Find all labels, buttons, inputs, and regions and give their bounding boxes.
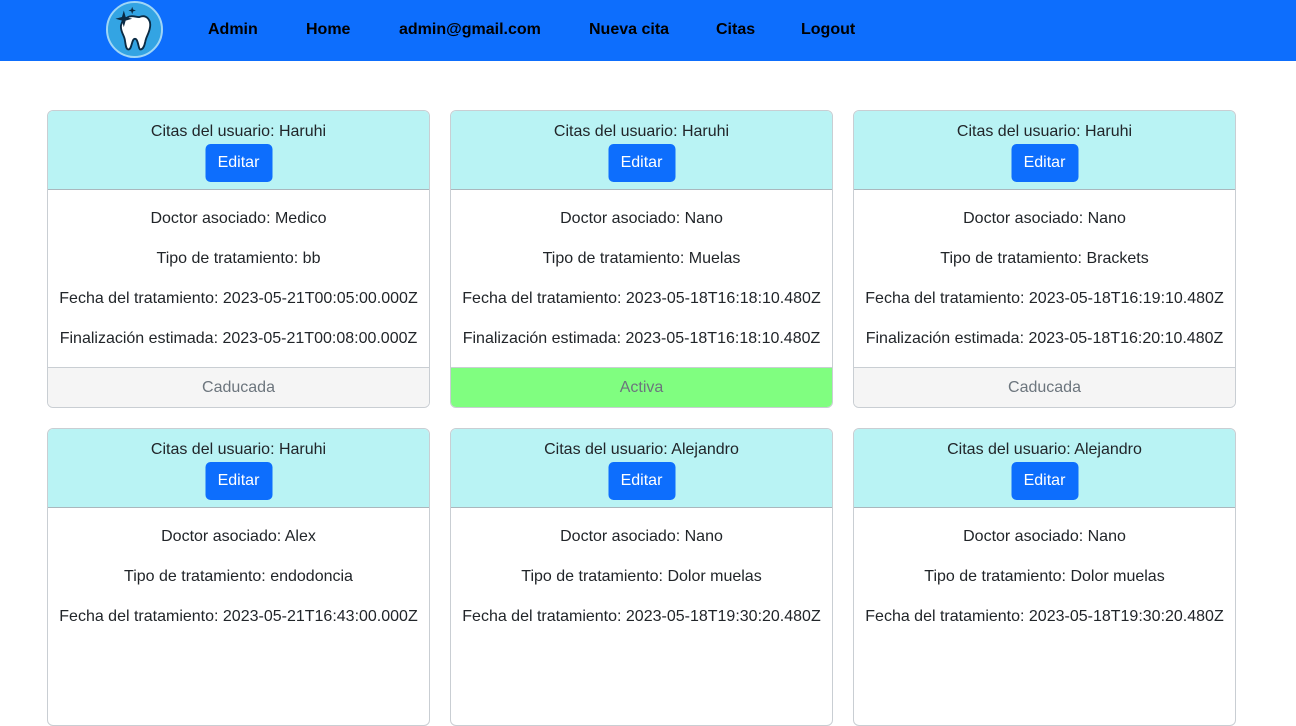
- estimated-end-text: Finalización estimada: 2023-05-21T00:08:…: [59, 330, 418, 347]
- doctor-text: Doctor asociado: Nano: [560, 210, 723, 227]
- card-title: Citas del usuario: Haruhi: [150, 123, 327, 140]
- treatment-date-text: Fecha del tratamiento: 2023-05-18T16:19:…: [865, 290, 1224, 307]
- appointment-card: Citas del usuario: Haruhi Editar Doctor …: [853, 110, 1236, 408]
- status-badge: Caducada: [48, 367, 429, 407]
- appointment-card: Citas del usuario: Haruhi Editar Doctor …: [47, 110, 430, 408]
- doctor-text: Doctor asociado: Medico: [150, 210, 327, 227]
- treatment-date-text: Fecha del tratamiento: 2023-05-18T19:30:…: [865, 608, 1224, 625]
- status-badge: Activa: [451, 367, 832, 407]
- edit-button[interactable]: Editar: [205, 462, 272, 500]
- treatment-date-text: Fecha del tratamiento: 2023-05-18T16:18:…: [462, 290, 821, 307]
- card-header: Citas del usuario: Haruhi Editar: [48, 111, 429, 190]
- doctor-text: Doctor asociado: Nano: [963, 210, 1126, 227]
- nav-email-link[interactable]: admin@gmail.com: [399, 19, 541, 41]
- card-body: Doctor asociado: Nano Tipo de tratamient…: [451, 190, 832, 367]
- treatment-text: Tipo de tratamiento: bb: [156, 250, 321, 267]
- appointment-card: Citas del usuario: Alejandro Editar Doct…: [853, 428, 1236, 726]
- card-header: Citas del usuario: Haruhi Editar: [854, 111, 1235, 190]
- card-title: Citas del usuario: Haruhi: [553, 123, 730, 140]
- card-body: Doctor asociado: Medico Tipo de tratamie…: [48, 190, 429, 367]
- card-header: Citas del usuario: Alejandro Editar: [854, 429, 1235, 508]
- card-title: Citas del usuario: Haruhi: [956, 123, 1133, 140]
- appointment-card: Citas del usuario: Alejandro Editar Doct…: [450, 428, 833, 726]
- treatment-text: Tipo de tratamiento: Dolor muelas: [924, 568, 1165, 585]
- appointment-card: Citas del usuario: Haruhi Editar Doctor …: [47, 428, 430, 726]
- card-body: Doctor asociado: Nano Tipo de tratamient…: [854, 190, 1235, 367]
- status-badge: Caducada: [854, 367, 1235, 407]
- nav-citas-link[interactable]: Citas: [716, 19, 755, 41]
- edit-button[interactable]: Editar: [205, 144, 272, 182]
- treatment-date-text: Fecha del tratamiento: 2023-05-18T19:30:…: [462, 608, 821, 625]
- treatment-text: Tipo de tratamiento: Dolor muelas: [521, 568, 762, 585]
- edit-button[interactable]: Editar: [1011, 144, 1078, 182]
- treatment-text: Tipo de tratamiento: Brackets: [940, 250, 1149, 267]
- estimated-end-text: Finalización estimada: 2023-05-18T16:18:…: [462, 330, 821, 347]
- card-body: Doctor asociado: Alex Tipo de tratamient…: [48, 508, 429, 685]
- card-header: Citas del usuario: Haruhi Editar: [451, 111, 832, 190]
- tooth-sparkle-icon[interactable]: [106, 1, 163, 58]
- doctor-text: Doctor asociado: Nano: [963, 528, 1126, 545]
- nav-nueva-cita-link[interactable]: Nueva cita: [589, 19, 669, 41]
- treatment-date-text: Fecha del tratamiento: 2023-05-21T16:43:…: [59, 608, 418, 625]
- treatment-date-text: Fecha del tratamiento: 2023-05-21T00:05:…: [59, 290, 418, 307]
- appointment-card: Citas del usuario: Haruhi Editar Doctor …: [450, 110, 833, 408]
- edit-button[interactable]: Editar: [608, 462, 675, 500]
- doctor-text: Doctor asociado: Nano: [560, 528, 723, 545]
- edit-button[interactable]: Editar: [608, 144, 675, 182]
- card-title: Citas del usuario: Haruhi: [150, 441, 327, 458]
- doctor-text: Doctor asociado: Alex: [161, 528, 316, 545]
- edit-button[interactable]: Editar: [1011, 462, 1078, 500]
- card-header: Citas del usuario: Haruhi Editar: [48, 429, 429, 508]
- card-title: Citas del usuario: Alejandro: [544, 441, 739, 458]
- treatment-text: Tipo de tratamiento: endodoncia: [124, 568, 353, 585]
- estimated-end-text: Finalización estimada: 2023-05-18T16:20:…: [865, 330, 1224, 347]
- nav-logout-link[interactable]: Logout: [801, 19, 855, 41]
- nav-home-link[interactable]: Home: [306, 19, 350, 41]
- card-body: Doctor asociado: Nano Tipo de tratamient…: [451, 508, 832, 685]
- card-header: Citas del usuario: Alejandro Editar: [451, 429, 832, 508]
- card-title: Citas del usuario: Alejandro: [947, 441, 1142, 458]
- navbar: Admin Home admin@gmail.com Nueva cita Ci…: [0, 0, 1296, 61]
- treatment-text: Tipo de tratamiento: Muelas: [542, 250, 741, 267]
- card-body: Doctor asociado: Nano Tipo de tratamient…: [854, 508, 1235, 685]
- nav-admin-link[interactable]: Admin: [208, 19, 258, 41]
